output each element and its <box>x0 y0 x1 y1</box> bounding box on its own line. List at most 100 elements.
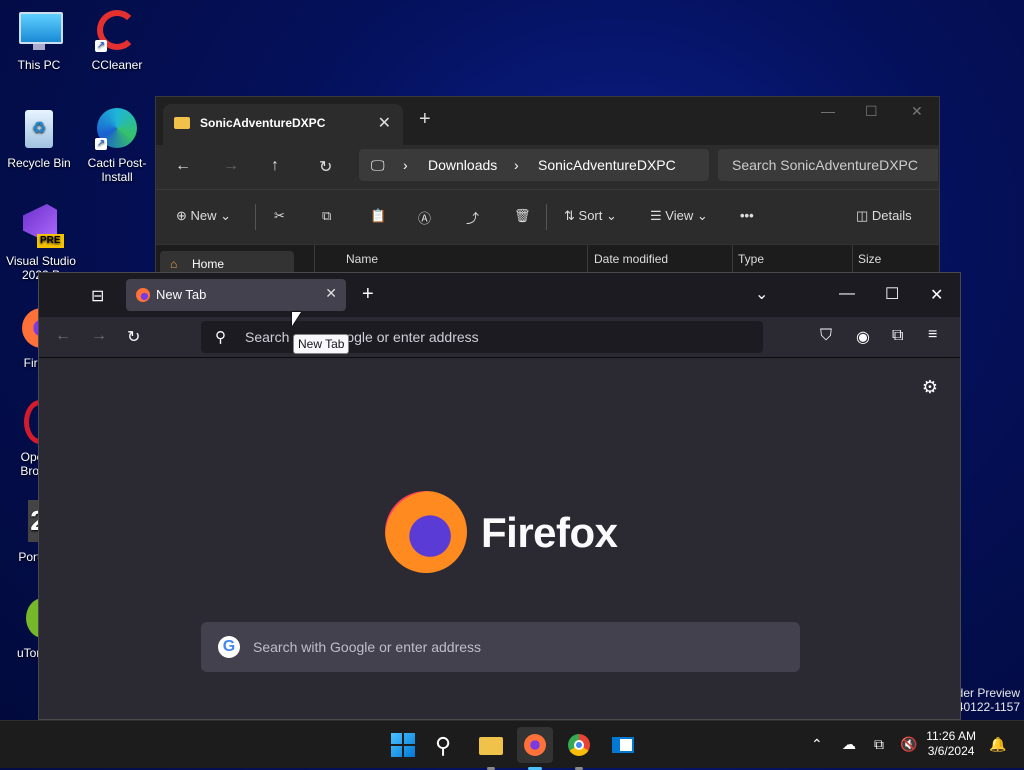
explorer-tabbar: SonicAdventureDXPC ✕ + — ☐ ✕ <box>156 97 939 145</box>
recycle-bin-icon: ♻ <box>17 106 61 150</box>
new-button[interactable]: ⊕ New ⌄ <box>176 208 231 224</box>
google-icon: G <box>218 636 240 658</box>
list-all-tabs-icon[interactable]: ⌄ <box>755 284 768 304</box>
file-explorer-taskbar-icon[interactable] <box>479 733 503 770</box>
account-icon[interactable]: ◉ <box>856 327 870 347</box>
column-type[interactable]: Type <box>738 252 764 266</box>
onedrive-icon[interactable]: ☁ <box>842 736 856 753</box>
chrome-taskbar-icon[interactable] <box>567 733 591 770</box>
desktop-icon-cacti[interactable]: ↗ Cacti Post-Install <box>81 106 153 184</box>
more-icon[interactable]: ••• <box>740 208 754 223</box>
desktop-icon-ccleaner[interactable]: ↗ CCleaner <box>81 8 153 72</box>
pocket-icon[interactable]: ⛉ <box>820 327 832 345</box>
close-tab-icon[interactable]: ✕ <box>325 285 337 302</box>
desktop-icon-this-pc[interactable]: This PC <box>3 8 75 72</box>
sort-label: Sort <box>578 208 603 223</box>
firefox-tabbar: ⊟ New Tab ✕ + ⌄ — ☐ ✕ <box>39 273 960 317</box>
breadcrumb-current[interactable]: SonicAdventureDXPC <box>538 157 676 173</box>
app-taskbar-icon[interactable] <box>611 733 635 757</box>
notification-bell-icon[interactable]: 🔔 <box>989 736 1006 753</box>
newtab-search-placeholder: Search with Google or enter address <box>253 639 482 655</box>
url-bar[interactable]: ⚲ Search ogle or enter address <box>201 321 763 353</box>
shortcut-arrow-icon: ↗ <box>95 40 107 52</box>
view-button[interactable]: ☰ View ⌄ <box>650 208 708 224</box>
column-date-modified[interactable]: Date modified <box>594 252 668 266</box>
firefox-logo-icon <box>385 491 467 573</box>
monitor-icon <box>17 8 63 52</box>
divider <box>732 245 733 273</box>
maximize-button[interactable]: ☐ <box>885 284 899 304</box>
watermark-line: 40122-1157 <box>956 700 1020 714</box>
share-icon[interactable]: ⤴ <box>466 208 479 227</box>
minimize-button[interactable]: — <box>821 103 835 119</box>
back-icon[interactable]: ← <box>55 327 71 345</box>
search-button[interactable]: ⚲ <box>435 733 459 758</box>
firefox-favicon-icon <box>136 288 150 302</box>
pre-badge: PRE <box>37 234 64 248</box>
divider <box>587 245 588 273</box>
up-icon[interactable]: ↑ <box>271 157 279 175</box>
explorer-navbar: ← → ↑ ↻ 🖵 › Downloads › SonicAdventureDX… <box>156 145 939 189</box>
search-placeholder: Search SonicAdventureDXPC <box>732 157 918 173</box>
mouse-cursor-icon <box>292 312 301 326</box>
desktop-icon-recycle-bin[interactable]: ♻ Recycle Bin <box>3 106 75 170</box>
visual-studio-icon: PRE <box>17 204 64 248</box>
view-icon: ☰ <box>650 208 662 223</box>
url-placeholder: Search ogle or enter address <box>245 329 479 345</box>
newtab-search-input[interactable]: G Search with Google or enter address <box>201 622 800 672</box>
clock[interactable]: 11:26 AM 3/6/2024 <box>926 729 976 759</box>
edge-icon: ↗ <box>95 106 139 150</box>
breadcrumb-downloads[interactable]: Downloads <box>428 157 497 173</box>
chevron-right-icon: › <box>514 157 519 173</box>
network-icon[interactable]: ⧉ <box>874 736 884 753</box>
desktop-icon-label: Recycle Bin <box>7 156 71 170</box>
delete-icon[interactable]: 🗑 <box>514 208 531 224</box>
menu-icon[interactable]: ≡ <box>928 326 937 344</box>
command-bar: ⊕ New ⌄ ✂ ⧉ 📋 Ⓐ ⤴ 🗑 ⇅ Sort ⌄ ☰ View ⌄ ••… <box>156 189 939 244</box>
close-tab-icon[interactable]: ✕ <box>378 113 391 133</box>
minimize-button[interactable]: — <box>839 285 855 303</box>
tab-tooltip: New Tab <box>293 334 350 354</box>
url-placeholder-right: ogle or enter address <box>346 329 479 345</box>
firefox-taskbar-icon[interactable] <box>517 727 553 770</box>
rename-icon[interactable]: Ⓐ <box>418 208 431 227</box>
address-bar[interactable]: 🖵 › Downloads › SonicAdventureDXPC <box>359 149 709 181</box>
reload-icon[interactable]: ↻ <box>127 327 140 347</box>
explorer-search-input[interactable]: Search SonicAdventureDXPC <box>718 149 938 181</box>
desktop-icon-visual-studio[interactable]: PRE Visual Studio 2022 P <box>3 204 76 282</box>
close-button[interactable]: ✕ <box>911 103 923 120</box>
copy-icon[interactable]: ⧉ <box>322 208 331 224</box>
firefox-tab[interactable]: New Tab ✕ <box>126 279 346 311</box>
maximize-button[interactable]: ☐ <box>865 103 878 120</box>
details-button[interactable]: ◫ Details <box>856 208 912 224</box>
explorer-tab[interactable]: SonicAdventureDXPC ✕ <box>163 104 403 145</box>
chevron-down-icon: ⌄ <box>696 208 708 223</box>
back-icon[interactable]: ← <box>175 157 191 175</box>
close-button[interactable]: ✕ <box>930 285 943 305</box>
volume-muted-icon[interactable]: 🔇 <box>900 736 917 753</box>
windows-logo-icon <box>391 733 415 757</box>
firefox-view-icon[interactable]: ⊟ <box>91 286 104 306</box>
refresh-icon[interactable]: ↻ <box>319 157 332 177</box>
plus-circle-icon: ⊕ <box>176 208 187 223</box>
forward-icon[interactable]: → <box>223 157 239 175</box>
column-size[interactable]: Size <box>858 252 881 266</box>
forward-icon[interactable]: → <box>91 327 107 345</box>
extensions-icon[interactable]: ⧉ <box>892 327 903 345</box>
new-tab-button[interactable]: + <box>362 283 374 306</box>
chevron-up-icon[interactable]: ⌃ <box>811 736 823 753</box>
search-icon: ⚲ <box>215 329 226 346</box>
divider <box>546 204 547 230</box>
firefox-toolbar: ← → ↻ ⚲ Search ogle or enter address ⛉ ◉ … <box>39 317 960 358</box>
chevron-down-icon: ⌄ <box>220 208 232 223</box>
new-tab-button[interactable]: + <box>419 108 431 131</box>
paste-icon[interactable]: 📋 <box>370 208 386 224</box>
cut-icon[interactable]: ✂ <box>274 208 285 224</box>
start-button[interactable] <box>391 733 415 757</box>
explorer-tab-title: SonicAdventureDXPC <box>200 116 326 130</box>
home-label: Home <box>192 257 225 271</box>
clock-date: 3/6/2024 <box>927 744 975 758</box>
gear-icon[interactable]: ⚙ <box>922 377 938 398</box>
column-name[interactable]: Name <box>346 252 378 266</box>
sort-button[interactable]: ⇅ Sort ⌄ <box>564 208 617 224</box>
